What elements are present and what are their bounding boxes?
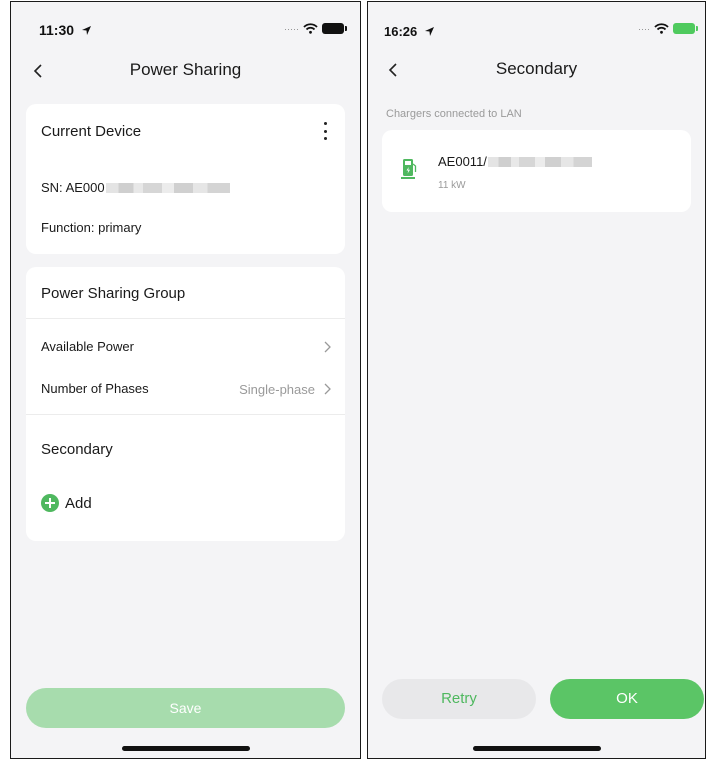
group-heading: Power Sharing Group [41, 285, 186, 302]
status-time: 11:30 [39, 22, 92, 38]
serial-number-text: SN: AE000 [41, 180, 105, 195]
add-label: Add [65, 494, 92, 512]
add-secondary-button[interactable]: Add [41, 491, 92, 515]
location-arrow-icon [81, 26, 91, 35]
chevron-right-icon [324, 341, 331, 353]
save-button[interactable]: Save [26, 688, 345, 728]
divider [26, 318, 345, 319]
current-device-card: Current Device SN: AE000 Function: prima… [26, 104, 345, 254]
number-of-phases-row[interactable]: Number of Phases Single-phase [26, 371, 345, 407]
home-indicator [121, 746, 250, 751]
location-arrow-icon [424, 27, 434, 36]
power-sharing-screen: 11:30 ····· Power Sharing Current Device… [10, 1, 361, 759]
wifi-icon [303, 23, 318, 34]
secondary-screen: 16:26 ···· Secondary Chargers connected … [367, 1, 706, 759]
charger-name-text: AE0011/ [438, 154, 487, 169]
device-function: Function: primary [41, 220, 142, 235]
redacted-serial [105, 183, 230, 193]
more-vert-icon[interactable] [323, 122, 327, 140]
available-power-row[interactable]: Available Power [26, 329, 345, 365]
phases-value: Single-phase [239, 382, 315, 397]
signal-dots-icon: ···· [638, 23, 650, 34]
status-time-text: 11:30 [39, 22, 75, 38]
charger-power: 11 kW [438, 180, 466, 191]
status-time-text: 16:26 [384, 24, 418, 39]
chevron-right-icon [324, 383, 331, 395]
secondary-heading: Secondary [41, 441, 113, 458]
status-bar: 11:30 ····· [11, 2, 360, 38]
signal-dots-icon: ····· [284, 23, 299, 34]
status-bar: 16:26 ···· [368, 2, 705, 39]
available-power-label: Available Power [41, 339, 134, 354]
page-title: Secondary [495, 59, 578, 78]
phases-label: Number of Phases [41, 381, 149, 396]
plus-circle-icon [41, 494, 59, 512]
battery-charging-icon [673, 23, 698, 34]
page-title: Power Sharing [129, 60, 242, 79]
charger-name: AE0011/ [438, 154, 592, 169]
retry-button[interactable]: Retry [382, 679, 536, 719]
status-icons: ····· [284, 23, 347, 34]
divider [26, 414, 345, 415]
current-device-heading: Current Device [41, 123, 142, 140]
ok-button[interactable]: OK [550, 679, 704, 719]
status-time: 16:26 [384, 24, 435, 39]
redacted-serial [487, 157, 592, 167]
charger-list-item[interactable]: AE0011/ 11 kW [382, 130, 691, 212]
serial-number: SN: AE000 [41, 180, 230, 195]
wifi-icon [654, 23, 669, 34]
section-caption: Chargers connected to LAN [386, 108, 522, 120]
home-indicator [472, 746, 601, 751]
status-icons: ···· [638, 23, 698, 34]
ev-charger-icon [401, 159, 417, 179]
battery-icon [322, 23, 347, 34]
power-sharing-group-card: Power Sharing Group Available Power Numb… [26, 267, 345, 541]
